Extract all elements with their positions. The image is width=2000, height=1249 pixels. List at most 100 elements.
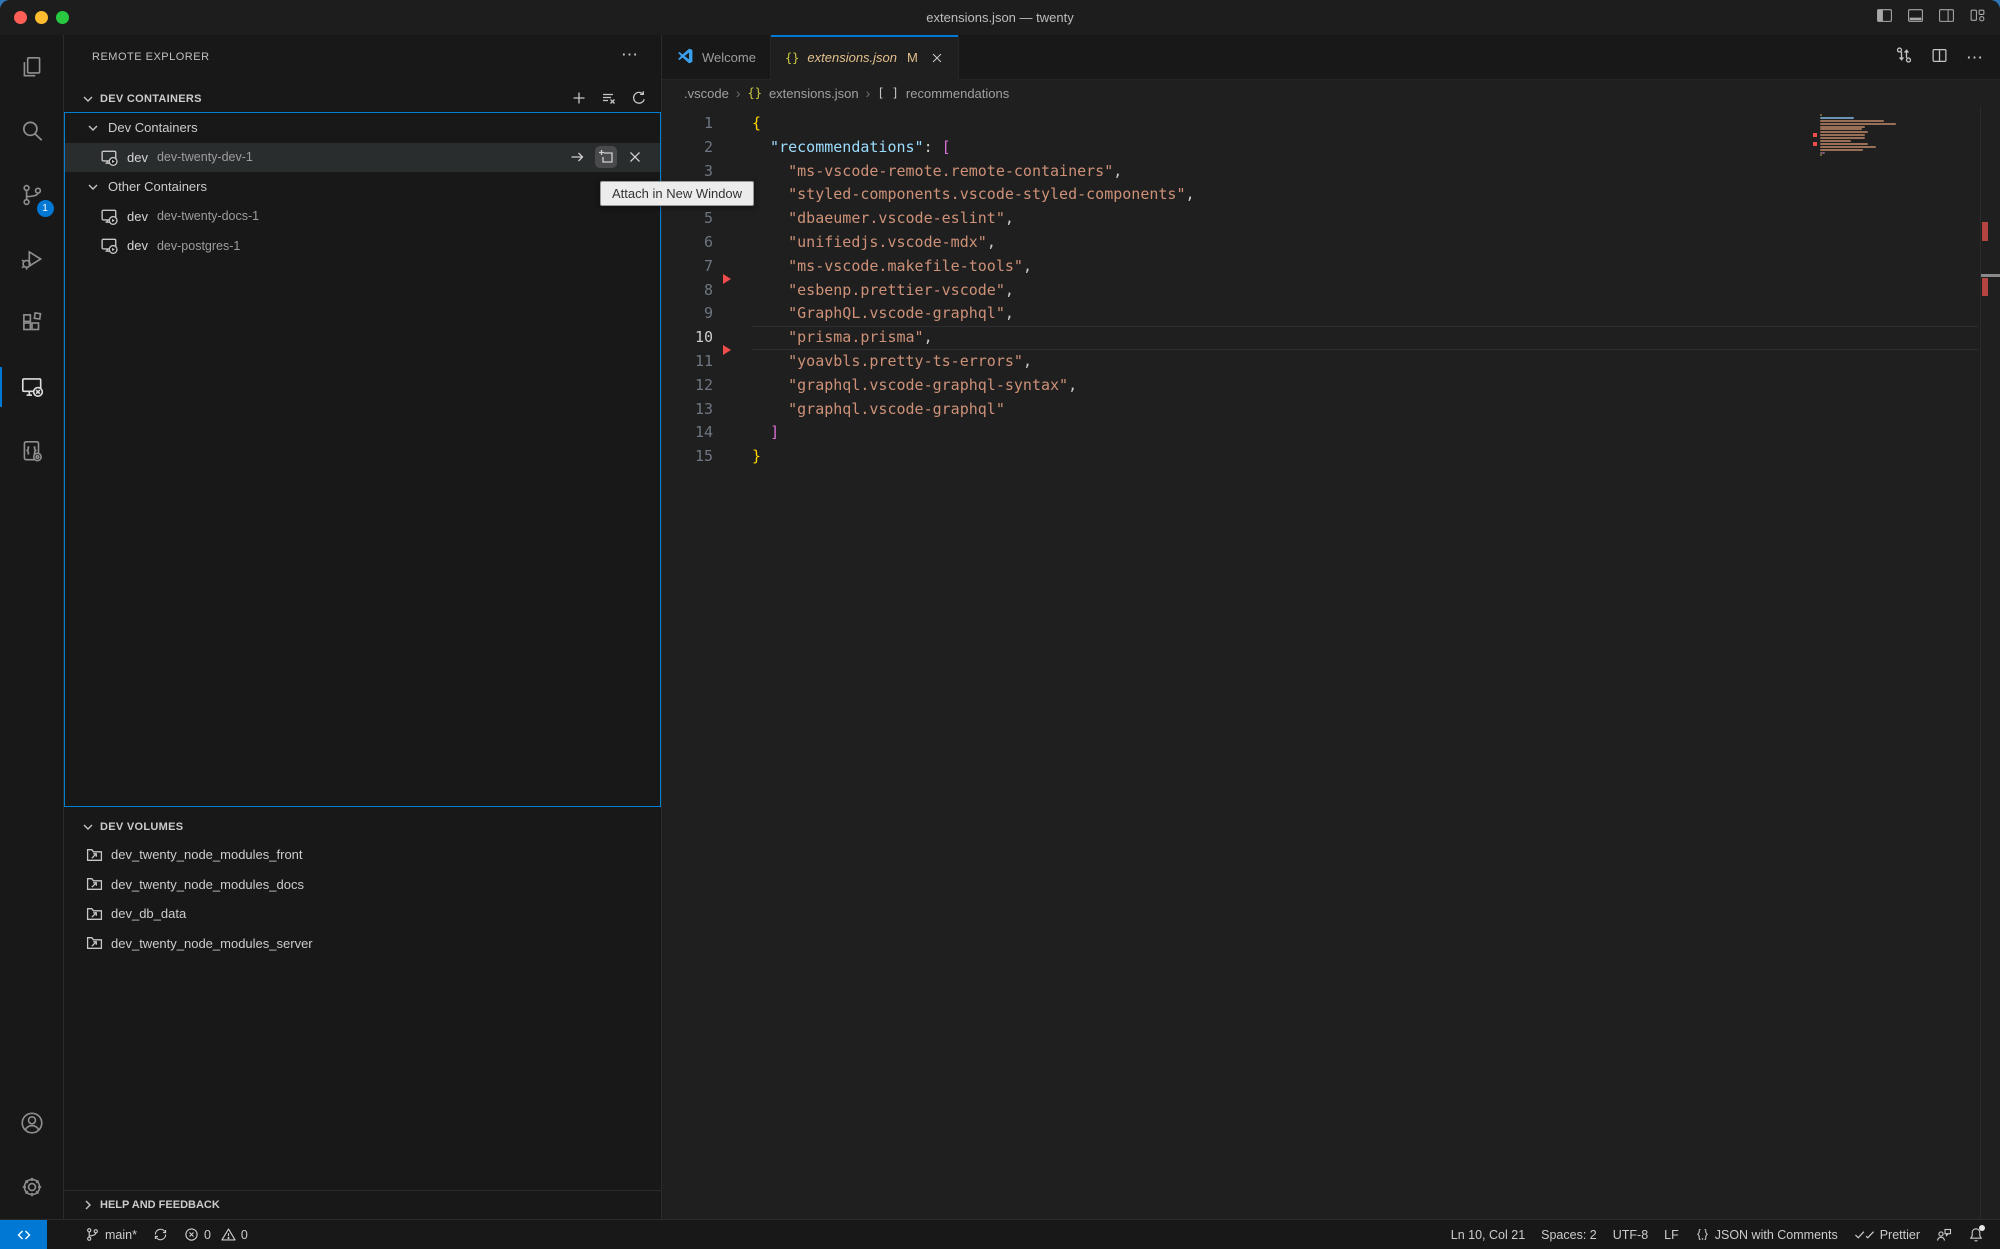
- line-number[interactable]: 6: [662, 231, 713, 255]
- status-bar: main* 0 0 Ln 10, Col 21 Spaces: 2 UTF-8 …: [0, 1219, 2000, 1249]
- activity-settings-icon[interactable]: [0, 1155, 64, 1219]
- branch-label: main*: [105, 1228, 137, 1242]
- customize-layout-icon[interactable]: [1969, 7, 1986, 24]
- line-number[interactable]: 8: [662, 279, 713, 303]
- editor-more-actions-icon[interactable]: ⋯: [1966, 48, 1984, 68]
- refresh-icon[interactable]: [631, 90, 647, 106]
- breadcrumb-file[interactable]: extensions.json: [769, 86, 859, 101]
- activity-extensions-icon[interactable]: [0, 291, 64, 355]
- tree-group-other-containers[interactable]: Other Containers: [65, 172, 660, 202]
- code-token: ,: [1023, 255, 1032, 279]
- activity-dev-containers-icon[interactable]: [0, 419, 64, 483]
- line-number[interactable]: 1: [662, 112, 713, 136]
- attach-container-icon[interactable]: [566, 146, 588, 168]
- formatter-status[interactable]: Prettier: [1846, 1227, 1928, 1242]
- code-line-1[interactable]: 1{: [662, 112, 2000, 136]
- minimap[interactable]: [1820, 114, 1898, 157]
- new-container-plus-icon[interactable]: [571, 90, 587, 106]
- line-number[interactable]: 14: [662, 421, 713, 445]
- code-line-10[interactable]: 10 "prisma.prisma",: [662, 326, 2000, 350]
- line-number[interactable]: 7: [662, 255, 713, 279]
- code-line-15[interactable]: 15}: [662, 445, 2000, 469]
- code-editor[interactable]: 1{2 "recommendations": [3 "ms-vscode-rem…: [662, 106, 2000, 1219]
- toggle-panel-icon[interactable]: [1907, 7, 1924, 24]
- notifications-bell-icon[interactable]: [1960, 1227, 1992, 1243]
- gutter: [713, 374, 752, 398]
- activity-source-control-icon[interactable]: 1: [0, 163, 64, 227]
- activity-search-icon[interactable]: [0, 99, 64, 163]
- code-line-3[interactable]: 3 "ms-vscode-remote.remote-containers",: [662, 160, 2000, 184]
- sidebar-more-actions-icon[interactable]: ⋯: [621, 45, 639, 65]
- volume-item-dev_twenty_node_modules_front[interactable]: dev_twenty_node_modules_front: [64, 840, 661, 870]
- code-line-8[interactable]: 8 "esbenp.prettier-vscode",: [662, 279, 2000, 303]
- git-modified-badge: M: [907, 50, 918, 65]
- breadcrumb-folder[interactable]: .vscode: [684, 86, 729, 101]
- container-description: dev-twenty-dev-1: [157, 150, 253, 164]
- language-mode-status[interactable]: JSON with Comments: [1687, 1227, 1846, 1242]
- eol-status[interactable]: LF: [1656, 1228, 1687, 1242]
- line-number[interactable]: 3: [662, 160, 713, 184]
- container-item-dev-twenty-dev-1[interactable]: devdev-twenty-dev-1: [65, 143, 660, 173]
- line-number[interactable]: 12: [662, 374, 713, 398]
- volume-item-dev_twenty_node_modules_docs[interactable]: dev_twenty_node_modules_docs: [64, 870, 661, 900]
- scm-badge: 1: [37, 200, 54, 217]
- toggle-primary-sidebar-icon[interactable]: [1876, 7, 1893, 24]
- split-editor-icon[interactable]: [1931, 47, 1948, 69]
- container-item-dev-twenty-docs-1[interactable]: devdev-twenty-docs-1: [65, 202, 660, 232]
- tree-group-dev-containers[interactable]: Dev Containers: [65, 113, 660, 143]
- zoom-window-button[interactable]: [56, 11, 69, 24]
- code-line-11[interactable]: 11 "yoavbls.pretty-ts-errors",: [662, 350, 2000, 374]
- toggle-secondary-sidebar-icon[interactable]: [1938, 7, 1955, 24]
- activity-explorer-icon[interactable]: [0, 35, 64, 99]
- breadcrumb-symbol[interactable]: recommendations: [906, 86, 1009, 101]
- code-line-6[interactable]: 6 "unifiedjs.vscode-mdx",: [662, 231, 2000, 255]
- line-number[interactable]: 10: [662, 326, 713, 350]
- code-line-13[interactable]: 13 "graphql.vscode-graphql": [662, 398, 2000, 422]
- volume-item-dev_db_data[interactable]: dev_db_data: [64, 899, 661, 929]
- close-tab-icon[interactable]: [930, 51, 944, 65]
- feedback-icon[interactable]: [1928, 1227, 1960, 1243]
- clear-recent-list-icon[interactable]: [601, 90, 617, 106]
- section-help-and-feedback[interactable]: HELP AND FEEDBACK: [64, 1190, 661, 1219]
- indentation-status[interactable]: Spaces: 2: [1533, 1228, 1605, 1242]
- container-description: dev-twenty-docs-1: [157, 209, 259, 223]
- code-token: ,: [987, 231, 996, 255]
- encoding-status[interactable]: UTF-8: [1605, 1228, 1656, 1242]
- line-number[interactable]: 11: [662, 350, 713, 374]
- git-branch-status[interactable]: main*: [77, 1227, 145, 1242]
- line-number[interactable]: 9: [662, 302, 713, 326]
- problems-status[interactable]: 0 0: [176, 1227, 256, 1242]
- code-line-2[interactable]: 2 "recommendations": [: [662, 136, 2000, 160]
- line-number[interactable]: 13: [662, 398, 713, 422]
- cursor-position-status[interactable]: Ln 10, Col 21: [1443, 1228, 1533, 1242]
- activity-run-debug-icon[interactable]: [0, 227, 64, 291]
- open-changes-icon[interactable]: [1895, 46, 1913, 69]
- activity-accounts-icon[interactable]: [0, 1091, 64, 1155]
- close-window-button[interactable]: [14, 11, 27, 24]
- remote-indicator[interactable]: [0, 1220, 47, 1249]
- section-dev-volumes[interactable]: DEV VOLUMES: [64, 813, 661, 840]
- activity-remote-explorer-icon[interactable]: [0, 355, 64, 419]
- line-number[interactable]: 2: [662, 136, 713, 160]
- attach-in-new-window-icon[interactable]: [595, 146, 617, 168]
- code-token: ,: [1005, 207, 1014, 231]
- code-line-12[interactable]: 12 "graphql.vscode-graphql-syntax",: [662, 374, 2000, 398]
- sync-changes-status[interactable]: [145, 1227, 176, 1242]
- minimize-window-button[interactable]: [35, 11, 48, 24]
- line-number[interactable]: 15: [662, 445, 713, 469]
- line-number[interactable]: 5: [662, 207, 713, 231]
- section-dev-containers[interactable]: DEV CONTAINERS: [64, 85, 661, 112]
- volume-item-dev_twenty_node_modules_server[interactable]: dev_twenty_node_modules_server: [64, 929, 661, 959]
- dev-container-icon: [100, 208, 119, 225]
- code-line-9[interactable]: 9 "GraphQL.vscode-graphql",: [662, 302, 2000, 326]
- json-braces-icon: [1695, 1227, 1710, 1242]
- container-item-dev-postgres-1[interactable]: devdev-postgres-1: [65, 231, 660, 261]
- code-line-5[interactable]: 5 "dbaeumer.vscode-eslint",: [662, 207, 2000, 231]
- tab-welcome[interactable]: Welcome: [662, 35, 771, 79]
- code-line-7[interactable]: 7 "ms-vscode.makefile-tools",: [662, 255, 2000, 279]
- stop-container-icon[interactable]: [624, 146, 646, 168]
- code-line-14[interactable]: 14 ]: [662, 421, 2000, 445]
- overview-ruler[interactable]: [1980, 106, 2000, 1219]
- code-line-4[interactable]: 4 "styled-components.vscode-styled-compo…: [662, 183, 2000, 207]
- tab-extensions-json[interactable]: {} extensions.json M: [771, 35, 959, 80]
